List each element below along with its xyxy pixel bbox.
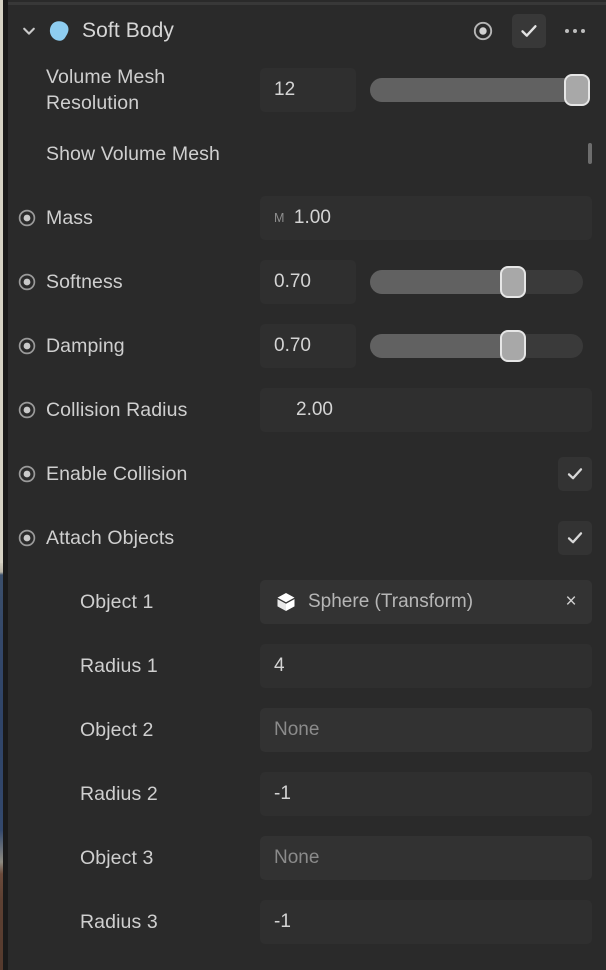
value-softness: 0.70 [274,271,311,292]
control-object-3: None [260,836,592,880]
component-enabled-checkmark-icon[interactable] [512,14,546,48]
property-label-object-2: Object 2 [80,719,154,741]
property-row-radius-3: Radius 3 -1 [8,890,606,954]
property-rows: Volume Mesh Resolution 12 Show Volume Mesh… [8,58,606,954]
number-input-mass[interactable]: M 1.00 [260,196,592,240]
animatable-bullet-icon[interactable] [16,399,38,421]
property-row-collision-radius: Collision Radius 2.00 [8,378,606,442]
control-mass: M 1.00 [260,196,592,240]
slider-damping[interactable] [370,324,583,368]
property-row-object-3: Object 3 None [8,826,606,890]
slider-fill [370,270,513,294]
control-volume-mesh-resolution: 12 [260,68,592,112]
property-label-object-3: Object 3 [80,847,154,869]
value-radius-3: -1 [274,911,291,932]
property-row-object-2: Object 2 None [8,698,606,762]
property-label-softness: Softness [46,271,123,293]
number-input-damping[interactable]: 0.70 [260,324,356,368]
panel-top-divider [8,2,606,5]
checkbox-show-volume-mesh[interactable] [588,143,592,164]
slider-softness[interactable] [370,260,583,304]
control-softness: 0.70 [260,260,592,304]
chevron-down-icon[interactable] [18,20,40,42]
animatable-bullet-icon[interactable] [16,271,38,293]
property-row-object-1: Object 1 Sphere (Transform) × [8,570,606,634]
component-title: Soft Body [82,19,174,42]
value-volume-mesh-resolution: 12 [274,79,296,100]
control-object-1: Sphere (Transform) × [260,580,592,624]
object-field-object-3[interactable]: None [260,836,592,880]
object-field-object-2[interactable]: None [260,708,592,752]
property-label-radius-1: Radius 1 [80,655,158,677]
number-input-volume-mesh-resolution[interactable]: 12 [260,68,356,112]
object-value-object-3: None [274,847,320,868]
control-radius-2: -1 [260,772,592,816]
object-field-object-1[interactable]: Sphere (Transform) × [260,580,592,624]
animatable-bullet-icon[interactable] [16,463,38,485]
property-row-softness: Softness 0.70 [8,250,606,314]
property-label-show-volume-mesh: Show Volume Mesh [46,143,220,165]
property-row-attach-objects: Attach Objects [8,506,606,570]
property-row-mass: Mass M 1.00 [8,186,606,250]
slider-fill [370,78,577,102]
property-label-attach-objects: Attach Objects [46,527,175,549]
property-row-volume-mesh-resolution: Volume Mesh Resolution 12 [8,58,606,122]
property-label-mass: Mass [46,207,93,229]
property-label-radius-3: Radius 3 [80,911,158,933]
slider-handle[interactable] [499,266,526,298]
slider-handle[interactable] [563,74,590,106]
property-label-volume-mesh-resolution: Volume Mesh Resolution [46,66,166,114]
property-label-damping: Damping [46,335,125,357]
unit-label-mass: M [274,211,285,225]
property-label-enable-collision: Enable Collision [46,463,188,485]
animatable-bullet-icon[interactable] [16,527,38,549]
control-collision-radius: 2.00 [260,388,592,432]
property-label-collision-radius: Collision Radius [46,399,188,421]
toggle-wrap-attach-objects [558,521,592,555]
number-input-softness[interactable]: 0.70 [260,260,356,304]
property-label-radius-2: Radius 2 [80,783,158,805]
property-row-show-volume-mesh: Show Volume Mesh [8,122,606,186]
property-row-radius-2: Radius 2 -1 [8,762,606,826]
number-input-radius-2[interactable]: -1 [260,772,592,816]
object-value-object-1: Sphere (Transform) [308,591,474,612]
inspector-panel: Soft Body Volume Mesh Resolution 12 Show… [8,0,606,970]
prefab-cube-icon [274,590,298,614]
value-damping: 0.70 [274,335,311,356]
control-radius-3: -1 [260,900,592,944]
slider-fill [370,334,513,358]
toggle-wrap-show-volume-mesh [588,143,592,164]
control-radius-1: 4 [260,644,592,688]
soft-body-blob-icon [46,18,72,44]
number-input-radius-1[interactable]: 4 [260,644,592,688]
object-value-object-2: None [274,719,320,740]
control-object-2: None [260,708,592,752]
component-header[interactable]: Soft Body [8,8,606,54]
number-input-collision-radius[interactable]: 2.00 [260,388,592,432]
property-row-enable-collision: Enable Collision [8,442,606,506]
property-row-damping: Damping 0.70 [8,314,606,378]
value-collision-radius: 2.00 [296,399,333,420]
value-radius-1: 4 [274,655,285,676]
checkbox-attach-objects[interactable] [558,521,592,555]
toggle-wrap-enable-collision [558,457,592,491]
property-row-radius-1: Radius 1 4 [8,634,606,698]
inspector-panel-root: Soft Body Volume Mesh Resolution 12 Show… [0,0,606,970]
animatable-bullet-icon[interactable] [16,207,38,229]
record-target-icon[interactable] [466,14,500,48]
number-input-radius-3[interactable]: -1 [260,900,592,944]
clear-object-icon[interactable]: × [560,591,582,613]
animatable-bullet-icon[interactable] [16,335,38,357]
property-label-object-1: Object 1 [80,591,154,613]
value-mass: 1.00 [293,207,331,228]
more-options-icon[interactable] [558,14,592,48]
slider-handle[interactable] [499,330,526,362]
control-damping: 0.70 [260,324,592,368]
checkbox-enable-collision[interactable] [558,457,592,491]
slider-volume-mesh-resolution[interactable] [370,68,590,112]
value-radius-2: -1 [274,783,291,804]
